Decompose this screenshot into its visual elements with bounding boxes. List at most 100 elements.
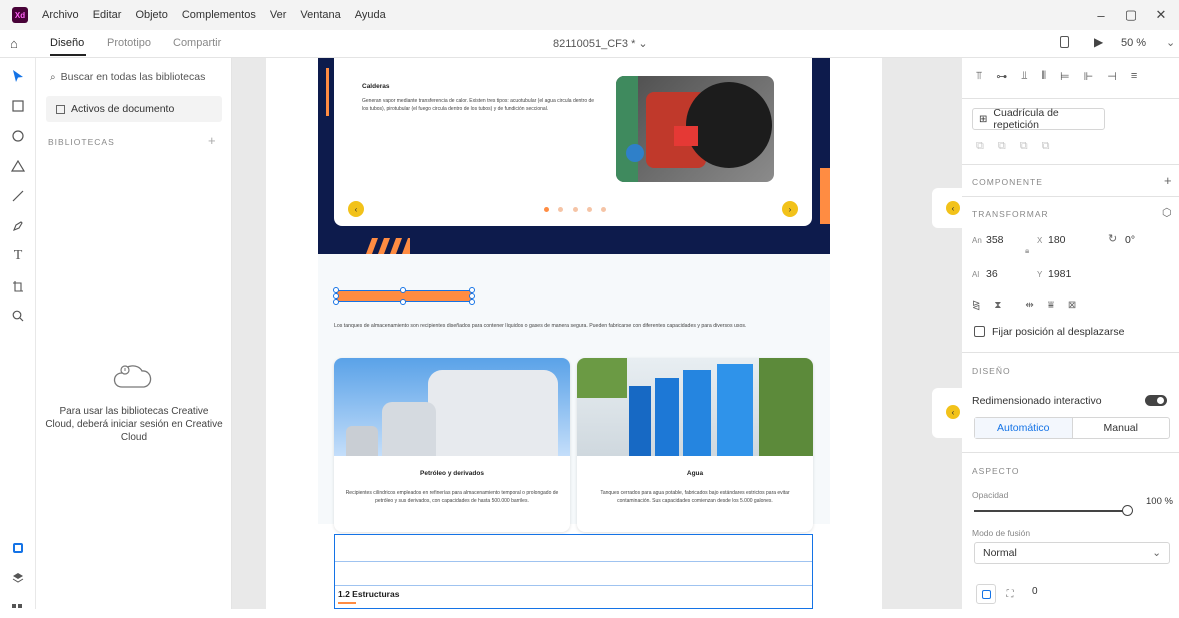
distribute-h-icon[interactable]: ≡ xyxy=(1131,70,1137,86)
menu-ver[interactable]: Ver xyxy=(270,9,287,21)
collapse-chevron-icon[interactable]: ‹ xyxy=(946,405,960,419)
rotation-field[interactable]: 0° xyxy=(1125,234,1135,246)
corner-radius-per-corner-icon[interactable]: ⛶ xyxy=(1000,584,1020,604)
carousel-prev-button[interactable]: ‹ xyxy=(348,201,364,217)
align-center-icon[interactable]: ⊩ xyxy=(1084,70,1094,86)
artboard[interactable]: Calderas Generan vapor mediante transfer… xyxy=(266,58,882,609)
carousel-dot-active[interactable] xyxy=(544,207,549,212)
menu-complementos[interactable]: Complementos xyxy=(182,9,256,21)
pen-tool-icon[interactable] xyxy=(8,216,28,236)
align-middle-icon[interactable]: ⊶ xyxy=(996,70,1007,86)
carousel-dot[interactable] xyxy=(558,207,564,212)
width-field[interactable]: 358 xyxy=(986,234,1004,246)
flip-row: ⧎ ⧗ ⇹ ⩸ ⊠ xyxy=(972,300,1076,311)
opacity-slider-thumb[interactable] xyxy=(1122,505,1133,516)
opacity-value[interactable]: 100 % xyxy=(1146,496,1173,507)
tool-bar: T xyxy=(0,58,36,609)
boolean-intersect-icon[interactable]: ⧉ xyxy=(1020,140,1028,153)
repeat-grid-button[interactable]: ⊞ Cuadrícula de repetición xyxy=(972,107,1105,131)
lock-aspect-icon[interactable]: 🔒︎ xyxy=(1025,246,1029,256)
close-button[interactable]: ✕ xyxy=(1143,0,1179,30)
layers-icon[interactable] xyxy=(8,568,28,588)
artboard-tool-icon[interactable] xyxy=(8,276,28,296)
property-inspector: ⫪ ⊶ ⫫ ⫴ ⊨ ⊩ ⊣ ≡ ⊞ Cuadrícula de repetici… xyxy=(962,58,1179,609)
menu-ayuda[interactable]: Ayuda xyxy=(355,9,386,21)
document-title[interactable]: 82110051_CF3 * ⌄ xyxy=(553,37,648,50)
align-bottom-icon[interactable]: ⫫ xyxy=(1021,70,1027,86)
search-input[interactable]: Buscar en todas las bibliotecas xyxy=(61,71,206,83)
tab-compartir[interactable]: Compartir xyxy=(173,37,221,49)
menu-editar[interactable]: Editar xyxy=(93,9,122,21)
select-tool-icon[interactable] xyxy=(8,66,28,86)
home-icon[interactable]: ⌂ xyxy=(10,36,18,51)
menu-objeto[interactable]: Objeto xyxy=(135,9,167,21)
library-search[interactable]: ⌕ Buscar en todas las bibliotecas xyxy=(44,66,224,88)
water-tank xyxy=(683,370,711,456)
tab-prototipo[interactable]: Prototipo xyxy=(107,37,151,49)
tree-foliage xyxy=(759,358,813,456)
fit-height-icon[interactable]: ⩸ xyxy=(1048,300,1054,311)
3d-transform-icon[interactable]: ⬡ xyxy=(1162,206,1172,219)
boolean-subtract-icon[interactable]: ⧉ xyxy=(998,140,1006,153)
boiler-card[interactable]: Calderas Generan vapor mediante transfer… xyxy=(334,58,812,226)
fit-width-icon[interactable]: ⇹ xyxy=(1025,300,1033,311)
corner-radius-uniform-button[interactable] xyxy=(976,584,996,604)
carousel-dots[interactable] xyxy=(544,207,606,213)
selection-handle[interactable] xyxy=(400,287,406,293)
zoom-tool-icon[interactable] xyxy=(8,306,28,326)
document-assets-button[interactable]: Activos de documento xyxy=(46,96,222,122)
zoom-chevron-icon[interactable]: ⌄ xyxy=(1166,36,1175,49)
manual-option[interactable]: Manual xyxy=(1071,418,1170,438)
y-field[interactable]: 1981 xyxy=(1048,268,1071,280)
opacity-slider-track[interactable] xyxy=(974,510,1124,512)
fix-position-checkbox[interactable] xyxy=(974,326,985,337)
line-tool-icon[interactable] xyxy=(8,186,28,206)
rectangle-tool-icon[interactable] xyxy=(8,96,28,116)
search-icon: ⌕ xyxy=(50,71,56,83)
carousel-next-button[interactable]: › xyxy=(782,201,798,217)
hero-stripes xyxy=(366,238,410,254)
corner-radius-field[interactable]: 0 xyxy=(1032,586,1038,597)
assets-icon[interactable] xyxy=(8,538,28,558)
tab-diseno[interactable]: Diseño xyxy=(50,37,84,49)
blend-mode-select[interactable]: Normal ⌄ xyxy=(974,542,1170,564)
selection-handle[interactable] xyxy=(400,299,406,305)
height-field[interactable]: 36 xyxy=(986,268,998,280)
carousel-dot[interactable] xyxy=(572,207,578,212)
transform-header: TRANSFORMAR xyxy=(972,209,1049,219)
responsive-resize-toggle[interactable] xyxy=(1145,395,1167,406)
align-top-icon[interactable]: ⫪ xyxy=(976,70,982,86)
resize-mode-segmented: Automático Manual xyxy=(974,417,1170,439)
device-preview-icon[interactable] xyxy=(1060,36,1069,48)
ellipse-tool-icon[interactable] xyxy=(8,126,28,146)
add-component-icon[interactable]: + xyxy=(1164,173,1172,188)
add-library-icon[interactable]: + xyxy=(208,133,216,148)
collapse-chevron-icon[interactable]: ‹ xyxy=(946,201,960,215)
petroleum-card[interactable]: Petróleo y derivados Recipientes cilíndr… xyxy=(334,358,570,532)
menu-ventana[interactable]: Ventana xyxy=(300,9,340,21)
plugins-icon[interactable] xyxy=(8,598,28,618)
repeat-grid-icon: ⊞ xyxy=(979,113,988,125)
boolean-exclude-icon[interactable]: ⧉ xyxy=(1042,140,1050,153)
flip-horizontal-icon[interactable]: ⧎ xyxy=(972,300,980,311)
polygon-tool-icon[interactable] xyxy=(8,156,28,176)
menu-archivo[interactable]: Archivo xyxy=(42,9,79,21)
x-field[interactable]: 180 xyxy=(1048,234,1066,246)
align-left-icon[interactable]: ⊨ xyxy=(1060,70,1070,86)
carousel-dot[interactable] xyxy=(601,207,606,212)
structures-block[interactable]: 1.2 Estructuras xyxy=(334,534,813,609)
selection-handle[interactable] xyxy=(469,299,475,305)
flip-vertical-icon[interactable]: ⧗ xyxy=(994,300,1001,311)
fit-both-icon[interactable]: ⊠ xyxy=(1068,300,1076,311)
water-card[interactable]: Agua Tanques cerrados para agua potable,… xyxy=(577,358,813,532)
align-right-icon[interactable]: ⊣ xyxy=(1107,70,1117,86)
boolean-add-icon[interactable]: ⧉ xyxy=(976,140,984,153)
carousel-dot[interactable] xyxy=(586,207,592,212)
play-icon[interactable]: ▶ xyxy=(1094,35,1103,49)
text-tool-icon[interactable]: T xyxy=(8,246,28,266)
canvas[interactable]: Calderas Generan vapor mediante transfer… xyxy=(232,58,932,609)
selection-handle[interactable] xyxy=(333,299,339,305)
zoom-level[interactable]: 50 % xyxy=(1121,37,1146,49)
auto-option[interactable]: Automático xyxy=(975,418,1072,438)
distribute-icon[interactable]: ⫴ xyxy=(1041,70,1046,86)
